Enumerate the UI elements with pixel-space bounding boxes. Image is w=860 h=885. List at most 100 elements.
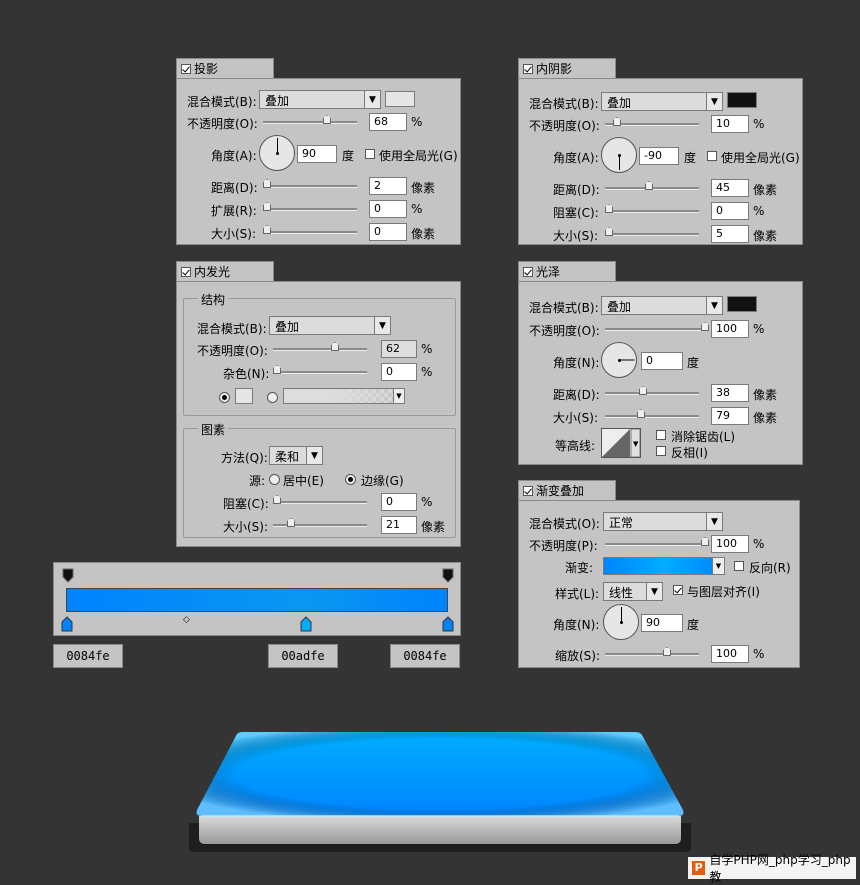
angle-input[interactable]: 0 <box>641 352 683 370</box>
opacity-slider[interactable] <box>605 537 709 546</box>
choke-input[interactable]: 0 <box>381 493 417 511</box>
satin-color-swatch[interactable] <box>727 296 757 312</box>
color-stop-left[interactable] <box>61 616 73 632</box>
opacity-input[interactable]: 100 <box>711 535 749 553</box>
watermark: P 自学PHP网_php学习_php教 <box>688 853 856 884</box>
spread-input[interactable]: 0 <box>369 200 407 218</box>
global-light-checkbox[interactable] <box>707 151 717 161</box>
source-edge-radio[interactable] <box>345 474 356 485</box>
angle-dial[interactable] <box>259 135 295 171</box>
opacity-input[interactable]: 100 <box>711 320 749 338</box>
noise-input[interactable]: 0 <box>381 363 417 381</box>
pixel-unit: 像素 <box>411 227 436 241</box>
scale-input[interactable]: 100 <box>711 645 749 663</box>
angle-input[interactable]: -90 <box>639 147 679 165</box>
color-stop-middle[interactable] <box>300 616 312 632</box>
tab-gradient-overlay[interactable]: 渐变叠加 <box>518 480 616 500</box>
gradient-overlay-checkbox[interactable] <box>523 485 533 496</box>
angle-input[interactable]: 90 <box>641 614 683 632</box>
distance-label: 距离(D): <box>553 183 600 197</box>
opacity-label: 不透明度(O): <box>187 117 258 131</box>
chevron-down-icon: ▼ <box>393 389 404 403</box>
inner-shadow-panel: 混合模式(B): 叠加 ▼ 不透明度(O): 10 % 角度(A): -90 度 … <box>518 78 803 245</box>
size-input[interactable]: 21 <box>381 516 417 534</box>
shadow-color-swatch[interactable] <box>727 92 757 108</box>
tab-inner-shadow[interactable]: 内阴影 <box>518 58 616 78</box>
size-input[interactable]: 5 <box>711 225 749 243</box>
distance-slider[interactable] <box>605 181 699 190</box>
source-center-radio[interactable] <box>269 474 280 485</box>
opacity-stop-left[interactable] <box>62 568 74 584</box>
blend-mode-select[interactable]: 叠加 ▼ <box>601 296 723 315</box>
chevron-down-icon: ▼ <box>712 558 724 574</box>
chevron-down-icon: ▼ <box>646 583 662 600</box>
gradient-preview-bar[interactable] <box>66 588 448 612</box>
style-select[interactable]: 线性 ▼ <box>603 582 663 601</box>
inner-glow-checkbox[interactable] <box>181 266 191 277</box>
distance-slider[interactable] <box>263 179 357 188</box>
shadow-color-swatch[interactable] <box>385 91 415 107</box>
distance-input[interactable]: 38 <box>711 384 749 402</box>
opacity-stop-right[interactable] <box>442 568 454 584</box>
opacity-input[interactable]: 10 <box>711 115 749 133</box>
tab-drop-shadow[interactable]: 投影 <box>176 58 274 78</box>
opacity-slider[interactable] <box>273 342 367 351</box>
align-label: 与图层对齐(I) <box>687 585 760 599</box>
size-input[interactable]: 0 <box>369 223 407 241</box>
angle-dial[interactable] <box>601 137 637 173</box>
color-stop-right[interactable] <box>442 616 454 632</box>
size-slider[interactable] <box>273 518 367 527</box>
size-slider[interactable] <box>605 409 699 418</box>
opacity-slider[interactable] <box>605 117 699 126</box>
opacity-input[interactable]: 68 <box>369 113 407 131</box>
blend-mode-select[interactable]: 叠加 ▼ <box>269 316 391 335</box>
blend-mode-select[interactable]: 正常 ▼ <box>603 512 723 531</box>
angle-input[interactable]: 90 <box>297 145 337 163</box>
global-light-checkbox[interactable] <box>365 149 375 159</box>
opacity-slider[interactable] <box>263 115 357 124</box>
color-radio[interactable] <box>219 392 230 403</box>
stop-hex-left: 0084fe <box>53 644 123 668</box>
midpoint-diamond-icon[interactable]: ◇ <box>183 615 190 625</box>
drop-shadow-checkbox[interactable] <box>181 63 191 74</box>
scale-slider[interactable] <box>605 647 699 656</box>
chevron-down-icon: ▼ <box>374 317 390 334</box>
contour-label: 等高线: <box>555 439 596 453</box>
choke-input[interactable]: 0 <box>711 202 749 220</box>
spread-slider[interactable] <box>263 202 357 211</box>
opacity-slider[interactable] <box>605 322 709 331</box>
angle-label: 角度(A): <box>211 149 257 163</box>
technique-select[interactable]: 柔和 ▼ <box>269 446 323 465</box>
noise-slider[interactable] <box>273 365 367 374</box>
tab-inner-glow[interactable]: 内发光 <box>176 261 274 281</box>
satin-checkbox[interactable] <box>523 266 533 277</box>
align-checkbox[interactable] <box>673 585 683 595</box>
slider-thumb[interactable] <box>323 115 331 124</box>
blend-mode-select[interactable]: 叠加 ▼ <box>601 92 723 111</box>
gradient-radio[interactable] <box>267 392 278 403</box>
size-slider[interactable] <box>605 227 699 236</box>
distance-slider[interactable] <box>605 386 699 395</box>
choke-slider[interactable] <box>605 204 699 213</box>
size-input[interactable]: 79 <box>711 407 749 425</box>
opacity-input[interactable]: 62 <box>381 340 417 358</box>
angle-label: 角度(N): <box>553 618 600 632</box>
glow-color-swatch[interactable] <box>235 388 253 404</box>
distance-input[interactable]: 45 <box>711 179 749 197</box>
gradient-picker[interactable]: ▼ <box>603 557 725 575</box>
contour-picker[interactable]: ▼ <box>601 428 641 458</box>
tab-satin[interactable]: 光泽 <box>518 261 616 281</box>
glow-gradient-picker[interactable]: ▼ <box>283 388 405 404</box>
reverse-checkbox[interactable] <box>734 561 744 571</box>
angle-dial[interactable] <box>603 604 639 640</box>
inner-shadow-checkbox[interactable] <box>523 63 533 74</box>
angle-dial[interactable] <box>601 342 637 378</box>
invert-checkbox[interactable] <box>656 446 666 456</box>
blend-mode-select[interactable]: 叠加 ▼ <box>259 90 381 109</box>
antialias-checkbox[interactable] <box>656 430 666 440</box>
angle-label: 角度(N): <box>553 356 600 370</box>
choke-slider[interactable] <box>273 495 367 504</box>
distance-input[interactable]: 2 <box>369 177 407 195</box>
percent-unit: % <box>753 322 765 336</box>
size-slider[interactable] <box>263 225 357 234</box>
